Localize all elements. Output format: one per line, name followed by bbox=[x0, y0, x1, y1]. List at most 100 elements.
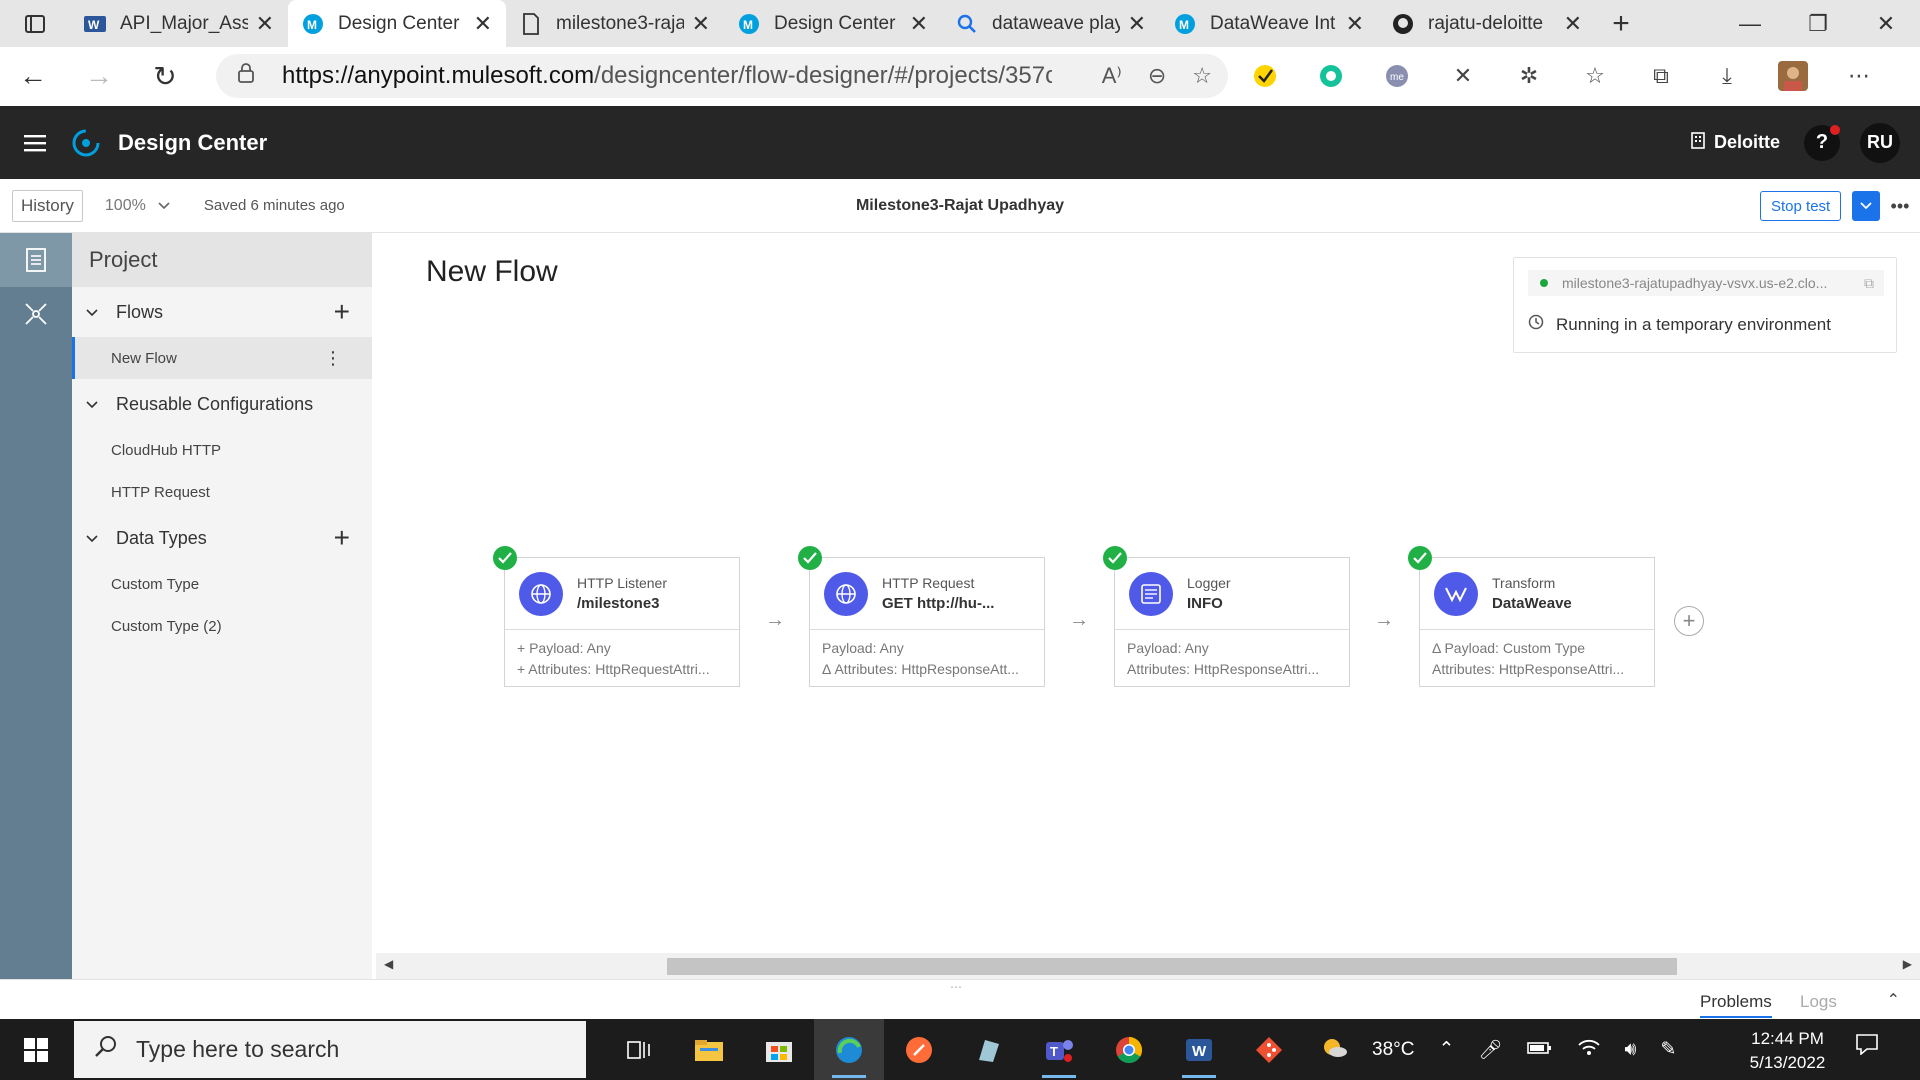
flow-node-http-request[interactable]: HTTP Request GET http://hu-... Payload: … bbox=[798, 546, 1045, 687]
data-types-section-header[interactable]: Data Types + bbox=[72, 513, 372, 563]
browser-tab[interactable]: M Design Center ✕ bbox=[724, 0, 942, 47]
taskbar-search-input[interactable]: Type here to search bbox=[74, 1021, 586, 1078]
minimize-icon[interactable]: — bbox=[1716, 0, 1784, 47]
teams-icon[interactable]: T bbox=[1024, 1019, 1094, 1080]
restore-icon[interactable]: ❐ bbox=[1784, 0, 1852, 47]
flow-node-transform[interactable]: Transform DataWeave Δ Payload: Custom Ty… bbox=[1408, 546, 1655, 687]
zoom-out-icon[interactable]: ⊖ bbox=[1148, 63, 1166, 89]
user-avatar[interactable]: RU bbox=[1860, 122, 1900, 163]
configuration-item[interactable]: HTTP Request bbox=[72, 471, 372, 513]
edge-browser-icon[interactable] bbox=[814, 1019, 884, 1080]
flows-section-header[interactable]: Flows + bbox=[72, 287, 372, 337]
close-window-icon[interactable]: ✕ bbox=[1852, 0, 1920, 47]
profile-avatar-icon[interactable] bbox=[1778, 61, 1808, 91]
node-type: Transform bbox=[1492, 575, 1556, 591]
file-explorer-icon[interactable] bbox=[674, 1019, 744, 1080]
node-value: INFO bbox=[1187, 595, 1223, 612]
scroll-left-icon[interactable]: ◀ bbox=[384, 957, 393, 971]
history-button[interactable]: History bbox=[12, 189, 83, 222]
add-data-type-button[interactable]: + bbox=[334, 522, 350, 554]
task-view-icon[interactable] bbox=[604, 1019, 674, 1080]
git-icon[interactable] bbox=[1234, 1019, 1304, 1080]
settings-more-icon[interactable]: ⋯ bbox=[1844, 61, 1874, 91]
forward-icon[interactable]: → bbox=[66, 47, 132, 105]
add-favorite-icon[interactable]: ☆ bbox=[1192, 63, 1212, 89]
zoom-select[interactable]: 100% bbox=[105, 197, 170, 215]
read-aloud-icon[interactable]: A⁾ bbox=[1102, 63, 1122, 89]
microsoft-store-icon[interactable] bbox=[744, 1019, 814, 1080]
chevron-down-icon[interactable] bbox=[1852, 191, 1880, 221]
close-icon[interactable]: ✕ bbox=[1128, 11, 1146, 37]
tab-logs[interactable]: Logs bbox=[1800, 992, 1837, 1012]
refresh-icon[interactable]: ↻ bbox=[132, 47, 198, 105]
browser-tab[interactable]: milestone3-raja ✕ bbox=[506, 0, 724, 47]
add-flow-button[interactable]: + bbox=[334, 296, 350, 328]
chevron-up-icon[interactable]: ⌃ bbox=[1887, 990, 1900, 1010]
resize-grip-icon[interactable]: ⋯ bbox=[950, 980, 962, 994]
app-header: Design Center Deloitte ? RU bbox=[0, 106, 1920, 179]
chevron-up-icon[interactable]: ⌃ bbox=[1438, 1038, 1454, 1061]
tab-problems[interactable]: Problems bbox=[1700, 992, 1772, 1018]
weather-icon[interactable] bbox=[1320, 1035, 1348, 1065]
reusable-configurations-header[interactable]: Reusable Configurations bbox=[72, 379, 372, 429]
back-icon[interactable]: ← bbox=[0, 47, 66, 105]
studio-icon[interactable] bbox=[954, 1019, 1024, 1080]
data-type-item[interactable]: Custom Type (2) bbox=[72, 605, 372, 647]
project-files-icon[interactable] bbox=[0, 233, 72, 287]
copy-icon[interactable]: ⧉ bbox=[1864, 275, 1874, 292]
notifications-icon[interactable] bbox=[1855, 1033, 1879, 1062]
browser-tab-active[interactable]: M Design Center ✕ bbox=[288, 0, 506, 47]
data-type-item[interactable]: Custom Type bbox=[72, 563, 372, 605]
browser-tab[interactable]: M DataWeave Int ✕ bbox=[1160, 0, 1378, 47]
word-icon[interactable]: W bbox=[1164, 1019, 1234, 1080]
favorites-icon[interactable]: ☆ bbox=[1580, 61, 1610, 91]
new-tab-button[interactable]: + bbox=[1596, 0, 1646, 47]
flow-canvas[interactable]: New Flow milestone3-rajatupadhyay-vsvx.u… bbox=[376, 233, 1920, 953]
add-node-button[interactable]: + bbox=[1674, 606, 1704, 636]
environment-url[interactable]: milestone3-rajatupadhyay-vsvx.us-e2.clo.… bbox=[1528, 270, 1884, 296]
menu-icon[interactable] bbox=[0, 106, 70, 179]
battery-icon[interactable] bbox=[1526, 1039, 1553, 1061]
horizontal-scrollbar[interactable]: ◀ ▶ bbox=[376, 953, 1920, 979]
pen-icon[interactable]: ✎ bbox=[1660, 1038, 1676, 1061]
stop-test-button[interactable]: Stop test bbox=[1760, 191, 1842, 221]
tab-actions-icon[interactable] bbox=[0, 0, 70, 47]
tab-label: dataweave play bbox=[992, 12, 1120, 34]
address-bar[interactable]: https://anypoint.mulesoft.com/designcent… bbox=[216, 54, 1228, 98]
flow-node-http-listener[interactable]: HTTP Listener /milestone3 + Payload: Any… bbox=[493, 546, 740, 687]
volume-icon[interactable]: 🔊︎ bbox=[1625, 1039, 1637, 1061]
flow-graph-icon[interactable] bbox=[0, 287, 72, 341]
me-extension-icon[interactable]: me bbox=[1382, 61, 1412, 91]
close-icon[interactable]: ✕ bbox=[910, 11, 928, 37]
collections-icon[interactable]: ⧉ bbox=[1646, 61, 1676, 91]
more-options-icon[interactable]: ••• bbox=[1888, 191, 1912, 221]
chrome-icon[interactable] bbox=[1094, 1019, 1164, 1080]
browser-tab[interactable]: dataweave play ✕ bbox=[942, 0, 1160, 47]
grammarly-extension-icon[interactable] bbox=[1316, 61, 1346, 91]
close-icon[interactable]: ✕ bbox=[1564, 11, 1582, 37]
scroll-right-icon[interactable]: ▶ bbox=[1903, 957, 1912, 971]
downloads-icon[interactable]: ⤓ bbox=[1712, 61, 1742, 91]
org-switcher[interactable]: Deloitte bbox=[1690, 131, 1780, 154]
close-icon[interactable]: ✕ bbox=[256, 11, 274, 37]
microphone-icon[interactable]: 🎤︎ bbox=[1478, 1038, 1502, 1062]
close-icon[interactable]: ✕ bbox=[692, 11, 710, 37]
norton-extension-icon[interactable] bbox=[1250, 61, 1280, 91]
configuration-item[interactable]: CloudHub HTTP bbox=[72, 429, 372, 471]
close-icon[interactable]: ✕ bbox=[1346, 11, 1364, 37]
scrollbar-thumb[interactable] bbox=[667, 958, 1677, 975]
weather-temperature[interactable]: 38°C bbox=[1372, 1039, 1414, 1061]
flow-node-logger[interactable]: Logger INFO Payload: Any Attributes: Htt… bbox=[1103, 546, 1350, 687]
system-clock[interactable]: 12:44 PM 5/13/2022 bbox=[1730, 1027, 1845, 1075]
help-button[interactable]: ? bbox=[1804, 124, 1840, 161]
postman-icon[interactable] bbox=[884, 1019, 954, 1080]
wifi-icon[interactable] bbox=[1577, 1038, 1601, 1062]
extensions-puzzle-icon[interactable]: ✲ bbox=[1514, 61, 1544, 91]
windows-start-icon[interactable] bbox=[0, 1019, 72, 1080]
kebab-menu-icon[interactable]: ⋮ bbox=[324, 348, 342, 369]
flow-item[interactable]: New Flow ⋮ bbox=[72, 337, 372, 379]
browser-tab[interactable]: W API_Major_Assi ✕ bbox=[70, 0, 288, 47]
browser-tab[interactable]: rajatu-deloitte ✕ bbox=[1378, 0, 1596, 47]
x-extension-icon[interactable]: ✕ bbox=[1448, 61, 1478, 91]
close-icon[interactable]: ✕ bbox=[474, 11, 492, 37]
